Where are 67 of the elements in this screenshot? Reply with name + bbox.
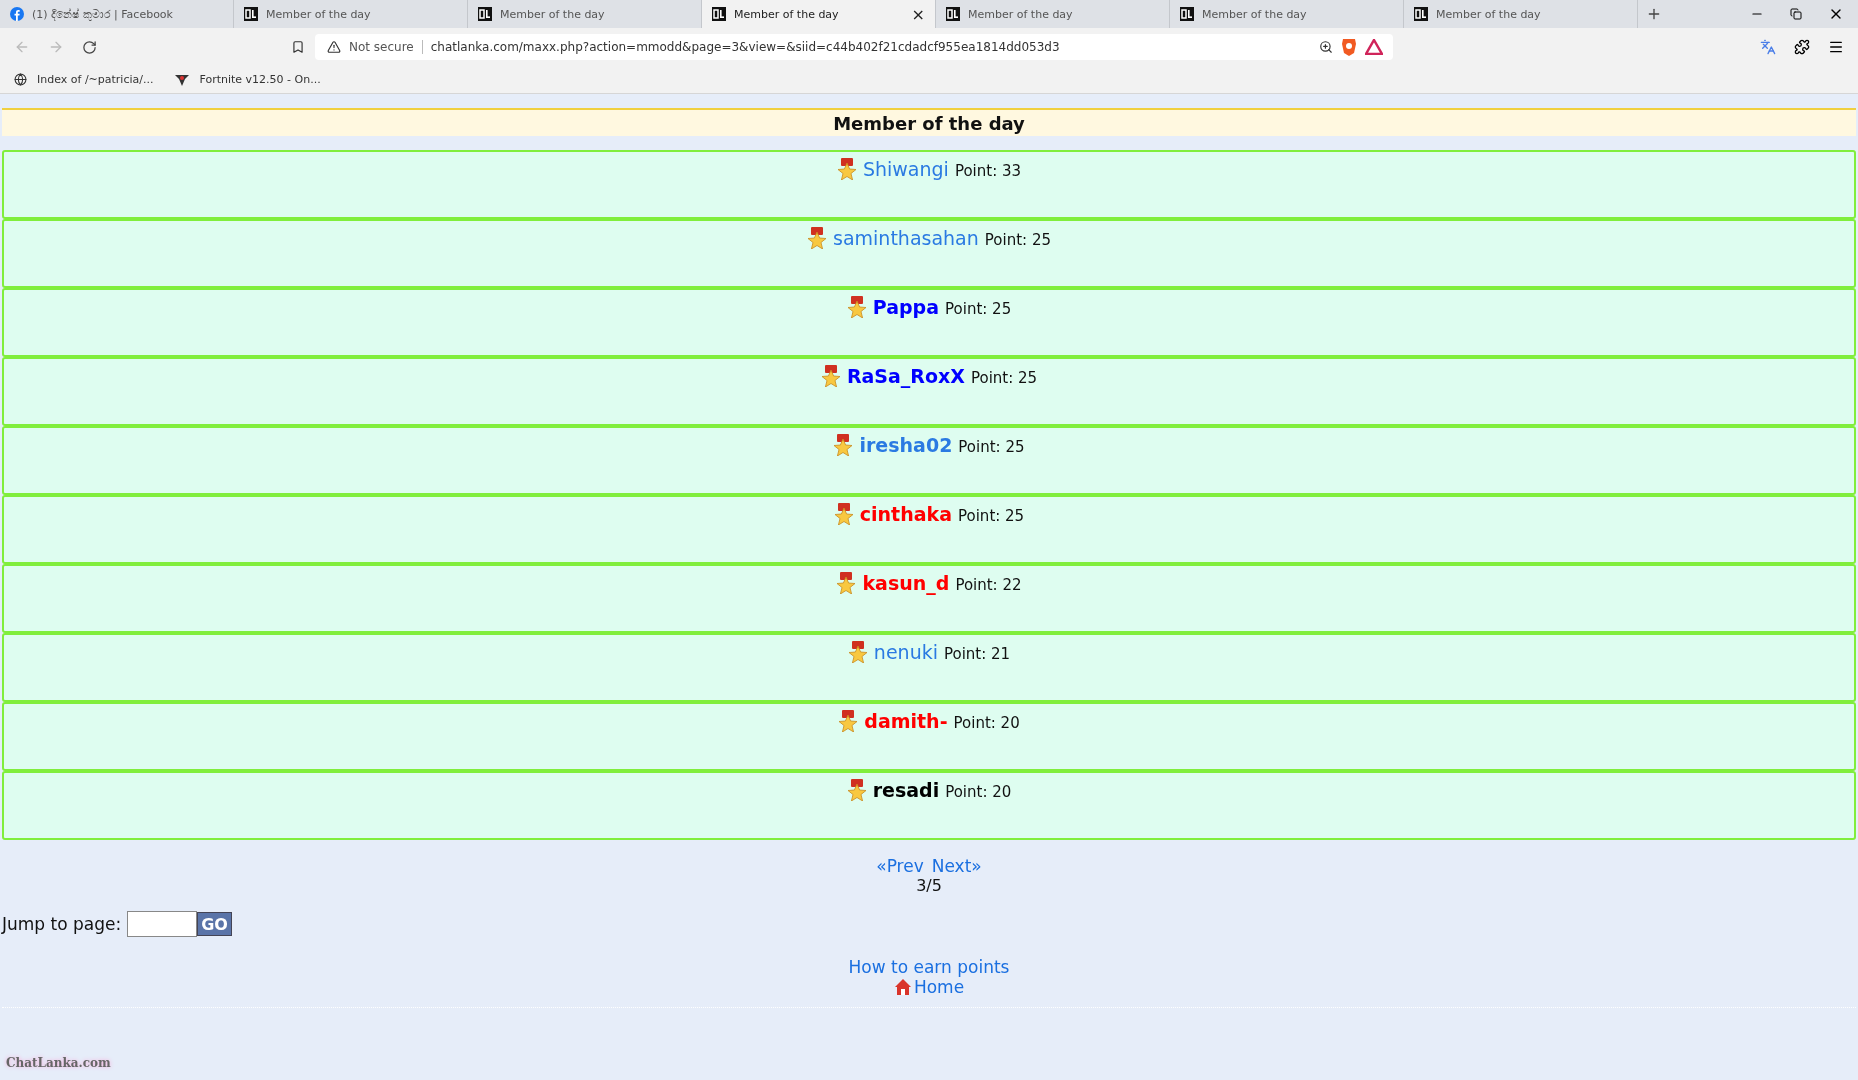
- points-text: Point: 33: [954, 162, 1022, 180]
- points-text: Point: 25: [984, 231, 1051, 249]
- prev-link[interactable]: «Prev: [876, 856, 924, 876]
- points-text: Point: 25: [970, 369, 1038, 387]
- member-name-link[interactable]: Shiwangi: [862, 158, 949, 180]
- medal-star-icon: [838, 710, 859, 732]
- site-favicon-icon: [1414, 7, 1428, 21]
- site-favicon-icon: [1180, 7, 1194, 21]
- site-favicon-icon: [244, 7, 258, 21]
- bookmark-link[interactable]: Fortnite v12.50 - On...: [199, 73, 321, 86]
- new-tab-icon[interactable]: [1646, 6, 1662, 22]
- restore-icon[interactable]: [1790, 8, 1802, 20]
- close-tab-icon[interactable]: ×: [911, 4, 925, 24]
- site-favicon-icon: [478, 7, 492, 21]
- url-text: chatlanka.com/maxx.php?action=mmodd&page=3&view=&siid=c44b402f21cdadcf955ea1814dd053d3: [430, 40, 1061, 54]
- bookmark-link[interactable]: Index of /~patricia/...: [37, 73, 154, 86]
- points-text: Point: 25: [958, 438, 1025, 456]
- facebook-icon: [10, 7, 24, 21]
- game-favicon-icon: [175, 73, 190, 86]
- member-name-link[interactable]: Pappa: [872, 296, 940, 318]
- member-name-link[interactable]: saminthasahan: [833, 227, 979, 249]
- medal-star-icon: [820, 365, 841, 387]
- medal-star-icon: [833, 503, 854, 525]
- medal-star-icon: [836, 158, 857, 180]
- page-number-field[interactable]: [127, 911, 198, 937]
- medal-star-icon: [833, 434, 854, 456]
- member-name-link[interactable]: cinthaka: [859, 503, 952, 525]
- member-name-link[interactable]: resadi: [872, 779, 940, 801]
- house-icon: [893, 978, 912, 996]
- browser-tab[interactable]: Member of the day ×: [702, 0, 936, 28]
- next-link[interactable]: Next»: [931, 856, 982, 876]
- menu-icon[interactable]: [1828, 39, 1844, 55]
- lion-shield-icon[interactable]: [1341, 38, 1357, 56]
- member-name-link[interactable]: RaSa_RoxX: [846, 365, 965, 387]
- zoom-icon[interactable]: [1319, 40, 1333, 54]
- member-name-link[interactable]: nenuki: [873, 641, 938, 663]
- earn-points-link[interactable]: How to earn points: [848, 957, 1010, 977]
- points-text: Point: 20: [945, 783, 1012, 801]
- medal-star-icon: [836, 572, 857, 594]
- medal-star-icon: [807, 227, 828, 249]
- points-text: Point: 21: [943, 645, 1011, 663]
- triangle-icon[interactable]: [1365, 39, 1383, 55]
- site-favicon-icon: [946, 7, 960, 21]
- home-link[interactable]: Home: [913, 977, 965, 997]
- extensions-icon[interactable]: [1794, 39, 1810, 55]
- member-name-link[interactable]: iresha02: [859, 434, 953, 456]
- globe-icon: [14, 73, 27, 86]
- points-text: Point: 20: [953, 714, 1020, 732]
- medal-star-icon: [847, 641, 868, 663]
- medal-star-icon: [846, 296, 867, 318]
- translate-icon[interactable]: [1760, 39, 1776, 55]
- points-text: Point: 25: [958, 507, 1025, 525]
- member-name-link[interactable]: damith-: [864, 710, 948, 732]
- member-name-link[interactable]: kasun_d: [862, 572, 950, 594]
- jump-label: Jump to page:: [2, 914, 122, 934]
- reload-icon[interactable]: [82, 39, 97, 55]
- points-text: Point: 22: [955, 576, 1022, 594]
- page-heading: Member of the day: [2, 108, 1856, 136]
- security-label: Not secure: [349, 40, 423, 54]
- site-favicon-icon: [712, 7, 726, 21]
- points-text: Point: 25: [945, 300, 1012, 318]
- medal-star-icon: [846, 779, 867, 801]
- page-position: 3/5: [916, 876, 942, 895]
- site-logo: ChatLanka.com: [6, 1056, 111, 1070]
- go-button[interactable]: GO: [197, 912, 232, 936]
- bookmark-icon[interactable]: [291, 40, 305, 54]
- warning-icon: [327, 40, 341, 54]
